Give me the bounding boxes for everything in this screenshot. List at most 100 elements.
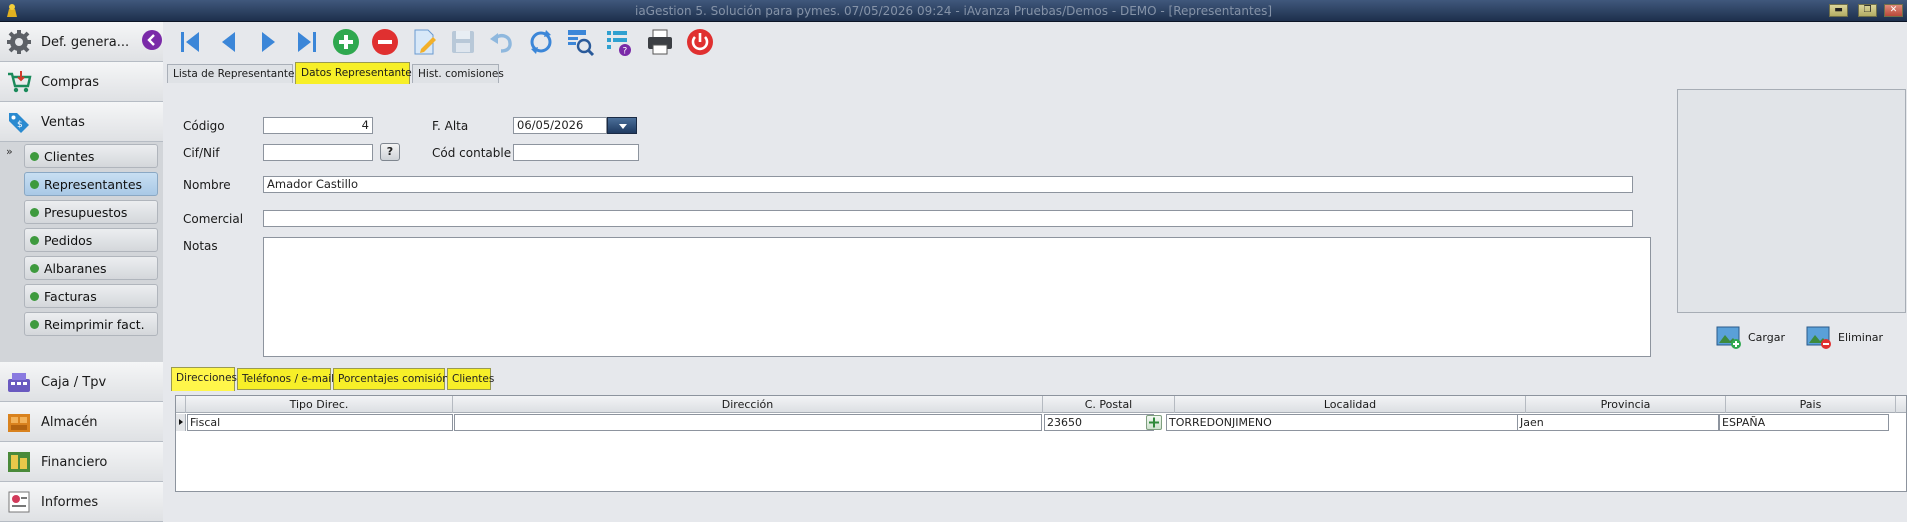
load-image-label: Cargar [1748, 330, 1785, 344]
status-dot-icon [30, 207, 39, 217]
column-header[interactable]: Tipo Direc. [186, 396, 453, 413]
minimize-icon[interactable]: ▬ [1829, 4, 1848, 17]
undo-icon[interactable] [487, 27, 517, 57]
row-indicator-header [176, 396, 186, 413]
cifnif-help-button[interactable]: ? [380, 143, 400, 161]
first-record-icon[interactable] [175, 27, 205, 57]
cell-pais[interactable]: ESPAÑA [1719, 414, 1889, 431]
search-icon[interactable] [565, 27, 595, 57]
tab-datos-representante[interactable]: Datos Representante [295, 62, 412, 84]
cell-tipo-direc[interactable]: Fiscal [187, 414, 453, 431]
falta-label: F. Alta [432, 119, 469, 133]
collapse-icon[interactable]: » [6, 145, 13, 158]
codcontable-field[interactable] [513, 144, 639, 161]
column-header[interactable]: Pais [1726, 396, 1896, 413]
module-informes[interactable]: Informes [0, 482, 163, 522]
status-dot-icon [30, 319, 39, 329]
falta-date-field[interactable]: 06/05/2026 [513, 117, 607, 134]
toolbar: ? [142, 22, 1907, 62]
add-icon[interactable] [331, 27, 361, 57]
module-label: Informes [41, 495, 99, 510]
previous-record-icon[interactable] [214, 27, 244, 57]
notas-label: Notas [183, 239, 218, 253]
tab-lista-representantes[interactable]: Lista de Representantes [167, 64, 300, 83]
row-pointer-icon [176, 414, 186, 431]
module-almacen[interactable]: Almacén [0, 402, 163, 442]
last-record-icon[interactable] [292, 27, 322, 57]
column-header[interactable]: Localidad [1175, 396, 1526, 413]
module-financiero[interactable]: Financiero [0, 442, 163, 482]
tab-clientes[interactable]: Clientes [447, 368, 494, 390]
warehouse-icon [8, 414, 30, 432]
sidebar-item-pedidos[interactable]: Pedidos [24, 228, 158, 252]
comercial-field[interactable] [263, 210, 1633, 227]
tab-direcciones[interactable]: Direcciones [171, 367, 237, 391]
module-label: Financiero [41, 455, 108, 470]
module-label: Ventas [41, 115, 85, 130]
save-icon[interactable] [448, 27, 478, 57]
delete-image-label: Eliminar [1838, 330, 1884, 344]
module-compras[interactable]: Compras [0, 62, 163, 102]
grid-header: Tipo Direc. Dirección C. Postal Localida… [176, 396, 1906, 413]
sidebar-item-clientes[interactable]: Clientes [24, 144, 158, 168]
status-dot-icon [30, 291, 39, 301]
address-grid: Tipo Direc. Dirección C. Postal Localida… [175, 395, 1907, 492]
column-header[interactable]: C. Postal [1043, 396, 1175, 413]
sidebar-item-representantes[interactable]: Representantes [24, 172, 158, 196]
cifnif-field[interactable] [263, 144, 373, 161]
calendar-dropdown-button[interactable] [607, 117, 637, 134]
sidebar-item-label: Clientes [44, 148, 95, 164]
sidebar: Def. genera... Compras $ Ventas » Client… [0, 22, 163, 522]
sales-icon: $ [9, 113, 29, 133]
codcontable-label: Cód contable [432, 146, 512, 160]
delete-icon[interactable] [370, 27, 400, 57]
refresh-icon[interactable] [526, 27, 556, 57]
notas-textarea[interactable] [263, 237, 1651, 357]
reports-icon [8, 491, 30, 513]
module-ventas[interactable]: $ Ventas [0, 102, 163, 142]
plus-icon [1149, 417, 1159, 428]
sidebar-item-label: Representantes [44, 176, 143, 192]
cifnif-label: Cif/Nif [183, 146, 220, 160]
sidebar-item-albaranes[interactable]: Albaranes [24, 256, 158, 280]
sidebar-item-reimprimir[interactable]: Reimprimir fact. [24, 312, 158, 336]
nombre-field[interactable]: Amador Castillo [263, 176, 1633, 193]
next-record-icon[interactable] [253, 27, 283, 57]
cell-direccion[interactable] [454, 414, 1042, 431]
column-header[interactable]: Provincia [1526, 396, 1726, 413]
window-title: iaGestion 5. Solución para pymes. 07/05/… [634, 4, 1273, 18]
module-label: Compras [41, 75, 100, 90]
tab-porcentajes-comision[interactable]: Porcentajes comisión [333, 368, 449, 390]
module-def-general[interactable]: Def. genera... [0, 22, 163, 62]
ventas-submenu: » Clientes Representantes Presupuestos P… [0, 142, 163, 362]
back-icon[interactable] [141, 29, 163, 51]
edit-icon[interactable] [409, 27, 439, 57]
comercial-label: Comercial [183, 212, 244, 226]
cell-cpostal[interactable]: 23650 [1044, 414, 1154, 431]
list-help-icon[interactable]: ? [604, 27, 634, 57]
add-postal-code-button[interactable] [1146, 415, 1162, 430]
image-add-icon [1716, 326, 1741, 349]
delete-image-button[interactable]: Eliminar [1806, 323, 1883, 351]
print-icon[interactable] [645, 27, 675, 57]
module-label: Def. genera... [41, 35, 130, 50]
cell-provincia[interactable]: Jaen [1517, 414, 1719, 431]
codigo-field[interactable]: 4 [263, 117, 373, 134]
photo-frame [1677, 89, 1906, 313]
tab-telefonos-email[interactable]: Teléfonos / e-mail [237, 368, 334, 390]
image-remove-icon [1806, 326, 1831, 349]
column-header[interactable]: Dirección [453, 396, 1043, 413]
representative-form: Código 4 F. Alta 06/05/2026 Cif/Nif ? Có… [167, 83, 1907, 358]
tab-hist-comisiones[interactable]: Hist. comisiones [412, 64, 504, 83]
sidebar-item-facturas[interactable]: Facturas [24, 284, 158, 308]
table-row[interactable]: Fiscal 23650 TORREDONJIMENO Jaen ESPAÑA [176, 414, 1906, 431]
sidebar-item-presupuestos[interactable]: Presupuestos [24, 200, 158, 224]
close-icon[interactable]: ✕ [1884, 4, 1903, 17]
finance-icon [8, 452, 30, 472]
cell-localidad[interactable]: TORREDONJIMENO [1166, 414, 1525, 431]
sidebar-item-label: Reimprimir fact. [44, 316, 145, 332]
restore-icon[interactable]: ❐ [1858, 4, 1877, 17]
power-icon[interactable] [685, 27, 715, 57]
load-image-button[interactable]: Cargar [1716, 323, 1785, 351]
module-caja-tpv[interactable]: Caja / Tpv [0, 362, 163, 402]
